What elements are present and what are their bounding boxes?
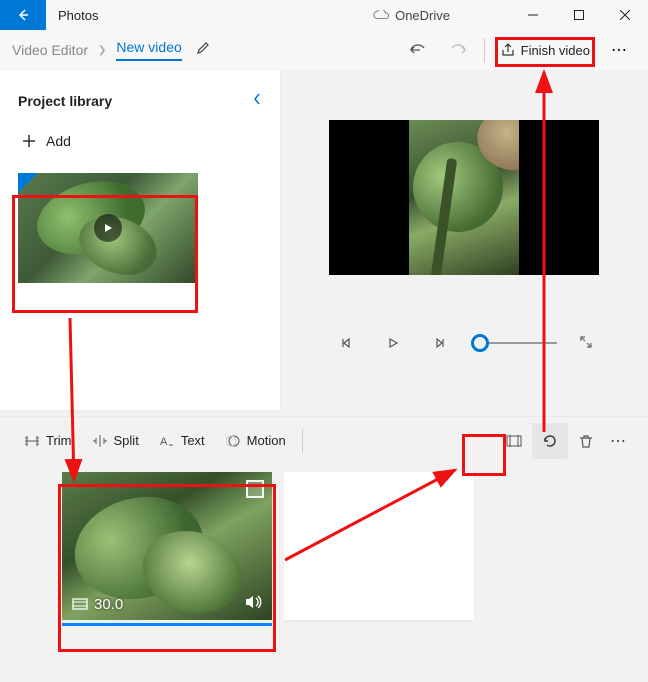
redo-icon bbox=[449, 41, 467, 59]
main-area: Project library Add bbox=[0, 70, 648, 410]
delete-button[interactable] bbox=[568, 423, 604, 459]
text-icon: A bbox=[159, 435, 175, 447]
back-button[interactable] bbox=[0, 0, 46, 30]
preview-frame bbox=[409, 120, 519, 275]
clip-audio-button[interactable] bbox=[244, 594, 262, 614]
library-clip-thumbnail[interactable] bbox=[18, 173, 198, 283]
preview-area bbox=[280, 70, 648, 410]
volume-icon bbox=[244, 594, 262, 610]
plus-icon bbox=[22, 134, 36, 148]
breadcrumb: Video Editor ❯ New video bbox=[12, 39, 182, 61]
split-icon bbox=[92, 435, 108, 447]
resize-button[interactable] bbox=[496, 423, 532, 459]
svg-text:A: A bbox=[160, 436, 168, 447]
command-bar: Video Editor ❯ New video Finish video ⋯ bbox=[0, 30, 648, 70]
toolbar-more-button[interactable]: ⋯ bbox=[604, 431, 634, 451]
trim-label: Trim bbox=[46, 433, 72, 448]
share-icon bbox=[501, 43, 515, 57]
redo-button[interactable] bbox=[438, 32, 478, 68]
rotate-button[interactable] bbox=[532, 423, 568, 459]
expand-icon bbox=[579, 335, 593, 349]
pencil-icon bbox=[196, 41, 210, 55]
finish-video-label: Finish video bbox=[521, 43, 590, 58]
video-preview[interactable] bbox=[329, 120, 599, 275]
project-library-title: Project library bbox=[18, 93, 112, 109]
cloud-icon bbox=[373, 10, 389, 20]
resize-icon bbox=[506, 435, 522, 447]
collapse-library-button[interactable] bbox=[252, 92, 262, 109]
trash-icon bbox=[578, 434, 594, 448]
empty-storyboard-slot[interactable] bbox=[284, 472, 474, 620]
add-label: Add bbox=[46, 133, 71, 149]
storyboard: 30.0 bbox=[0, 464, 648, 669]
text-button[interactable]: A Text bbox=[149, 423, 215, 459]
frame-forward-button[interactable] bbox=[427, 331, 451, 355]
more-icon: ⋯ bbox=[610, 433, 628, 450]
play-icon bbox=[387, 337, 399, 349]
onedrive-label: OneDrive bbox=[395, 8, 450, 23]
maximize-button[interactable] bbox=[556, 0, 602, 30]
edit-toolbar: Trim Split A Text Motion ⋯ bbox=[0, 416, 648, 464]
chevron-left-icon bbox=[252, 92, 262, 106]
app-title: Photos bbox=[46, 8, 98, 23]
clip-progress-bar bbox=[62, 623, 272, 626]
storyboard-clip[interactable]: 30.0 bbox=[62, 472, 272, 632]
play-overlay-icon bbox=[94, 214, 122, 242]
clip-duration: 30.0 bbox=[94, 596, 123, 613]
step-forward-icon bbox=[433, 337, 445, 349]
breadcrumb-parent[interactable]: Video Editor bbox=[12, 42, 88, 58]
minimize-button[interactable] bbox=[510, 0, 556, 30]
fullscreen-button[interactable] bbox=[579, 335, 593, 352]
project-library-panel: Project library Add bbox=[0, 70, 280, 410]
chevron-right-icon: ❯ bbox=[98, 45, 106, 56]
close-button[interactable] bbox=[602, 0, 648, 30]
split-button[interactable]: Split bbox=[82, 423, 149, 459]
trim-button[interactable]: Trim bbox=[14, 423, 82, 459]
step-back-icon bbox=[341, 337, 353, 349]
trim-icon bbox=[24, 435, 40, 447]
frame-back-button[interactable] bbox=[335, 331, 359, 355]
undo-icon bbox=[409, 41, 427, 59]
finish-video-button[interactable]: Finish video bbox=[491, 35, 600, 65]
motion-button[interactable]: Motion bbox=[215, 423, 296, 459]
rename-button[interactable] bbox=[196, 41, 210, 60]
more-icon: ⋯ bbox=[611, 40, 629, 60]
in-use-indicator bbox=[18, 173, 38, 193]
titlebar: Photos OneDrive bbox=[0, 0, 648, 30]
separator bbox=[302, 429, 303, 453]
split-label: Split bbox=[114, 433, 139, 448]
arrow-left-icon bbox=[16, 8, 30, 22]
motion-label: Motion bbox=[247, 433, 286, 448]
seek-slider[interactable] bbox=[473, 342, 557, 344]
rotate-icon bbox=[541, 432, 559, 450]
transport-controls bbox=[335, 331, 593, 355]
minimize-icon bbox=[528, 10, 538, 20]
separator bbox=[484, 38, 485, 62]
maximize-icon bbox=[574, 10, 584, 20]
undo-button[interactable] bbox=[398, 32, 438, 68]
more-button[interactable]: ⋯ bbox=[600, 40, 640, 60]
text-label: Text bbox=[181, 433, 205, 448]
close-icon bbox=[620, 10, 630, 20]
add-media-button[interactable]: Add bbox=[18, 127, 262, 155]
seek-thumb[interactable] bbox=[471, 334, 489, 352]
motion-icon bbox=[225, 434, 241, 448]
play-button[interactable] bbox=[381, 331, 405, 355]
onedrive-status[interactable]: OneDrive bbox=[373, 8, 450, 23]
duration-icon bbox=[72, 598, 88, 610]
clip-select-checkbox[interactable] bbox=[246, 480, 264, 498]
breadcrumb-current[interactable]: New video bbox=[116, 39, 181, 61]
